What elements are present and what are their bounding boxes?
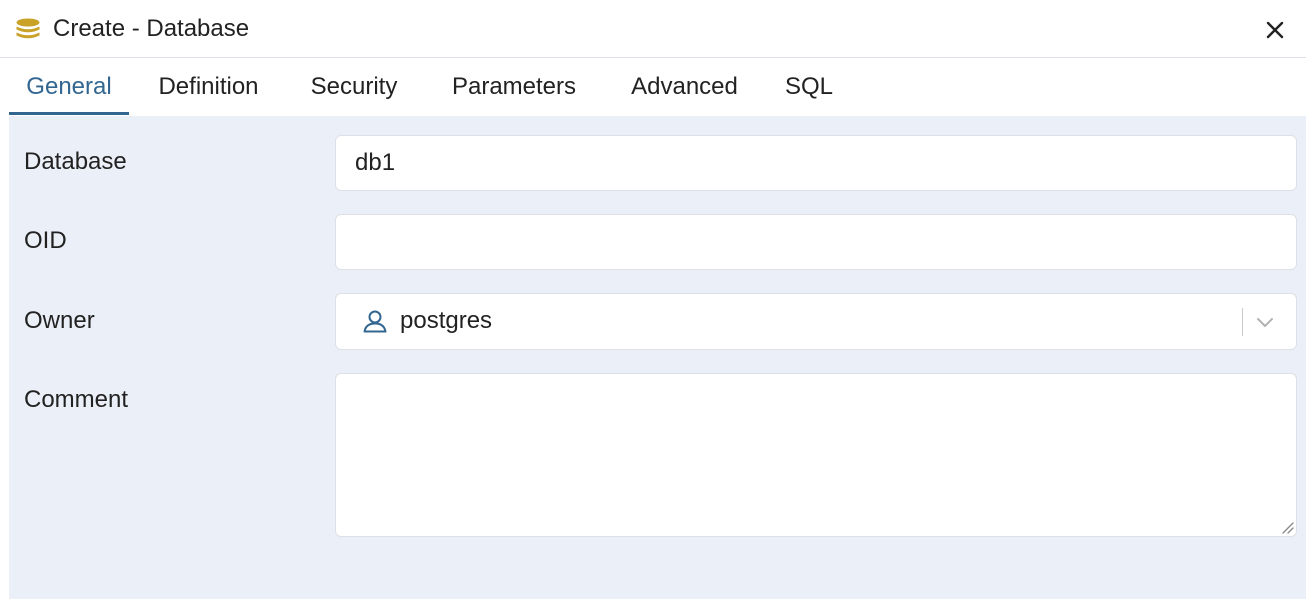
comment-textarea[interactable] xyxy=(335,373,1297,537)
database-name-value: db1 xyxy=(355,149,396,176)
chevron-down-icon[interactable] xyxy=(1252,310,1278,334)
owner-value: postgres xyxy=(400,307,493,334)
tab-general[interactable]: General xyxy=(9,59,129,115)
database-name-input[interactable]: db1 xyxy=(335,135,1297,191)
dialog-titlebar: Create - Database xyxy=(0,0,1306,58)
tab-bar: General Definition Security Parameters A… xyxy=(9,59,1306,115)
general-panel: Database db1 OID Owner postgres Comment xyxy=(9,116,1306,599)
tab-advanced[interactable]: Advanced xyxy=(621,59,748,115)
database-label: Database xyxy=(24,148,127,175)
select-separator xyxy=(1242,308,1243,336)
dialog-title: Create - Database xyxy=(53,15,250,42)
create-database-dialog: Create - Database General Definition Sec… xyxy=(0,0,1306,599)
owner-label: Owner xyxy=(24,307,95,334)
tab-sql[interactable]: SQL xyxy=(780,59,838,115)
owner-select[interactable]: postgres xyxy=(335,293,1297,350)
tab-parameters[interactable]: Parameters xyxy=(441,59,587,115)
comment-label: Comment xyxy=(24,386,129,413)
close-icon[interactable] xyxy=(1260,15,1290,45)
oid-label: OID xyxy=(24,227,67,254)
database-icon xyxy=(16,18,40,39)
active-tab-indicator xyxy=(9,112,129,115)
tab-security[interactable]: Security xyxy=(302,59,406,115)
oid-input[interactable] xyxy=(335,214,1297,270)
user-icon xyxy=(363,310,387,333)
resize-handle-icon[interactable] xyxy=(1280,520,1294,534)
tab-definition[interactable]: Definition xyxy=(146,59,271,115)
